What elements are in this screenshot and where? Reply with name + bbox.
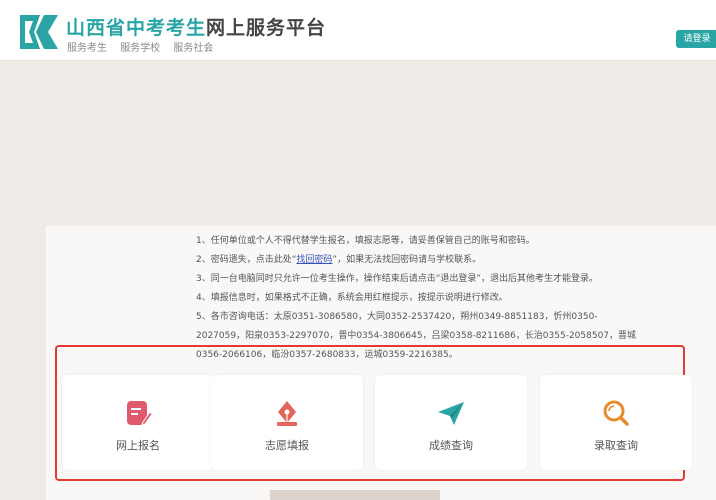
paper-plane-icon: [438, 402, 464, 425]
card-label: 网上报名: [116, 439, 160, 452]
header-bar: 山西省中考考生网上服务平台 服务考生 服务学校 服务社会 请登录: [0, 0, 716, 61]
site-title-part1: 山西省中考考生: [66, 17, 207, 39]
site-title: 山西省中考考生网上服务平台: [66, 13, 326, 40]
notice-line-6: 2027059，阳泉0353-2297070，晋中0354-3806645，吕梁…: [196, 331, 637, 341]
subnav: 服务考生 服务学校 服务社会: [67, 39, 223, 54]
notice-line-3: 3、同一台电脑同时只允许一位考生操作，操作结束后请点击“退出登录”，退出后其他考…: [196, 274, 599, 284]
pen-nib-icon: [277, 401, 297, 426]
bottom-strip: [270, 490, 440, 500]
card-online-registration[interactable]: 网上报名: [62, 375, 214, 470]
notice-line-2-pre: 2、密码遗失，点击此处“: [196, 255, 297, 265]
notice-line-2-post: ”，如果无法找回密码请与学校联系。: [332, 255, 482, 265]
site-title-part2: 网上服务平台: [206, 17, 327, 39]
magnifier-icon: [603, 400, 629, 426]
notice-line-1: 1、任何单位或个人不得代替学生报名，填报志愿等，请妥善保管自己的账号和密码。: [196, 236, 535, 246]
subnav-item-society[interactable]: 服务社会: [173, 43, 213, 54]
card-label: 志愿填报: [265, 439, 309, 452]
k-logo-icon: [20, 15, 58, 49]
edit-form-icon: [127, 401, 153, 426]
notice-line-4: 4、填报信息时，如果格式不正确，系统会用红框提示，按提示说明进行修改。: [196, 293, 508, 303]
notice-line-5: 5、各市咨询电话：太原0351-3086580，大同0352-2537420，朔…: [196, 312, 598, 322]
card-label: 成绩查询: [429, 439, 473, 452]
recover-password-link[interactable]: 找回密码: [296, 255, 332, 265]
card-label: 录取查询: [594, 439, 638, 452]
subnav-item-students[interactable]: 服务考生: [67, 43, 107, 54]
card-application-fill[interactable]: 志愿填报: [211, 375, 363, 470]
subnav-item-schools[interactable]: 服务学校: [120, 43, 160, 54]
notice-line-2: 2、密码遗失，点击此处“找回密码”，如果无法找回密码请与学校联系。: [196, 251, 696, 270]
card-admission-query[interactable]: 录取查询: [540, 375, 692, 470]
card-score-query[interactable]: 成绩查询: [375, 375, 527, 470]
login-button[interactable]: 请登录: [676, 30, 716, 48]
